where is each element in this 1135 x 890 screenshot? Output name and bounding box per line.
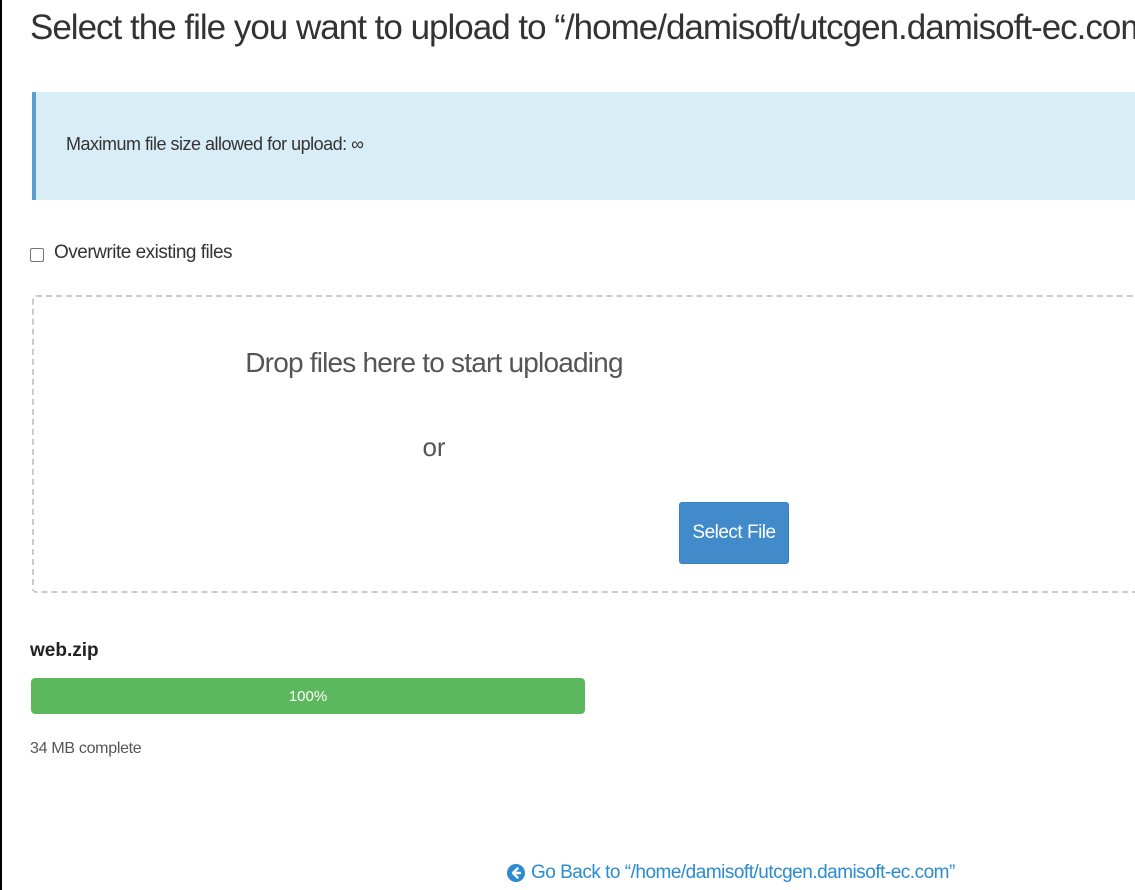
max-file-size-alert: Maximum file size allowed for upload: ∞	[32, 92, 1135, 200]
drop-zone-text: Drop files here to start uploading	[245, 347, 623, 378]
page-title: Select the file you want to upload to “/…	[30, 8, 1135, 47]
select-file-button[interactable]: Select File	[679, 502, 789, 564]
overwrite-checkbox[interactable]	[30, 247, 44, 262]
upload-page: Select the file you want to upload to “/…	[0, 0, 1135, 890]
drop-zone[interactable]: Drop files here to start uploading or Se…	[32, 295, 1135, 593]
go-back-link-label[interactable]: Go Back to “/home/damisoft/utcgen.damiso…	[531, 862, 955, 884]
upload-progress-fill: 100%	[31, 678, 585, 714]
arrow-circle-left-icon	[507, 864, 525, 882]
go-back-link[interactable]: Go Back to “/home/damisoft/utcgen.damiso…	[507, 862, 955, 884]
overwrite-option[interactable]: Overwrite existing files	[30, 242, 233, 264]
overwrite-label: Overwrite existing files	[54, 242, 233, 263]
upload-progress-label: 100%	[288, 687, 328, 705]
upload-file-name: web.zip	[30, 640, 99, 661]
max-file-size-text: Maximum file size allowed for upload: ∞	[66, 134, 364, 154]
upload-status-text: 34 MB complete	[30, 740, 142, 757]
drop-zone-or: or	[422, 432, 446, 462]
upload-progress-bar: 100%	[31, 678, 585, 714]
